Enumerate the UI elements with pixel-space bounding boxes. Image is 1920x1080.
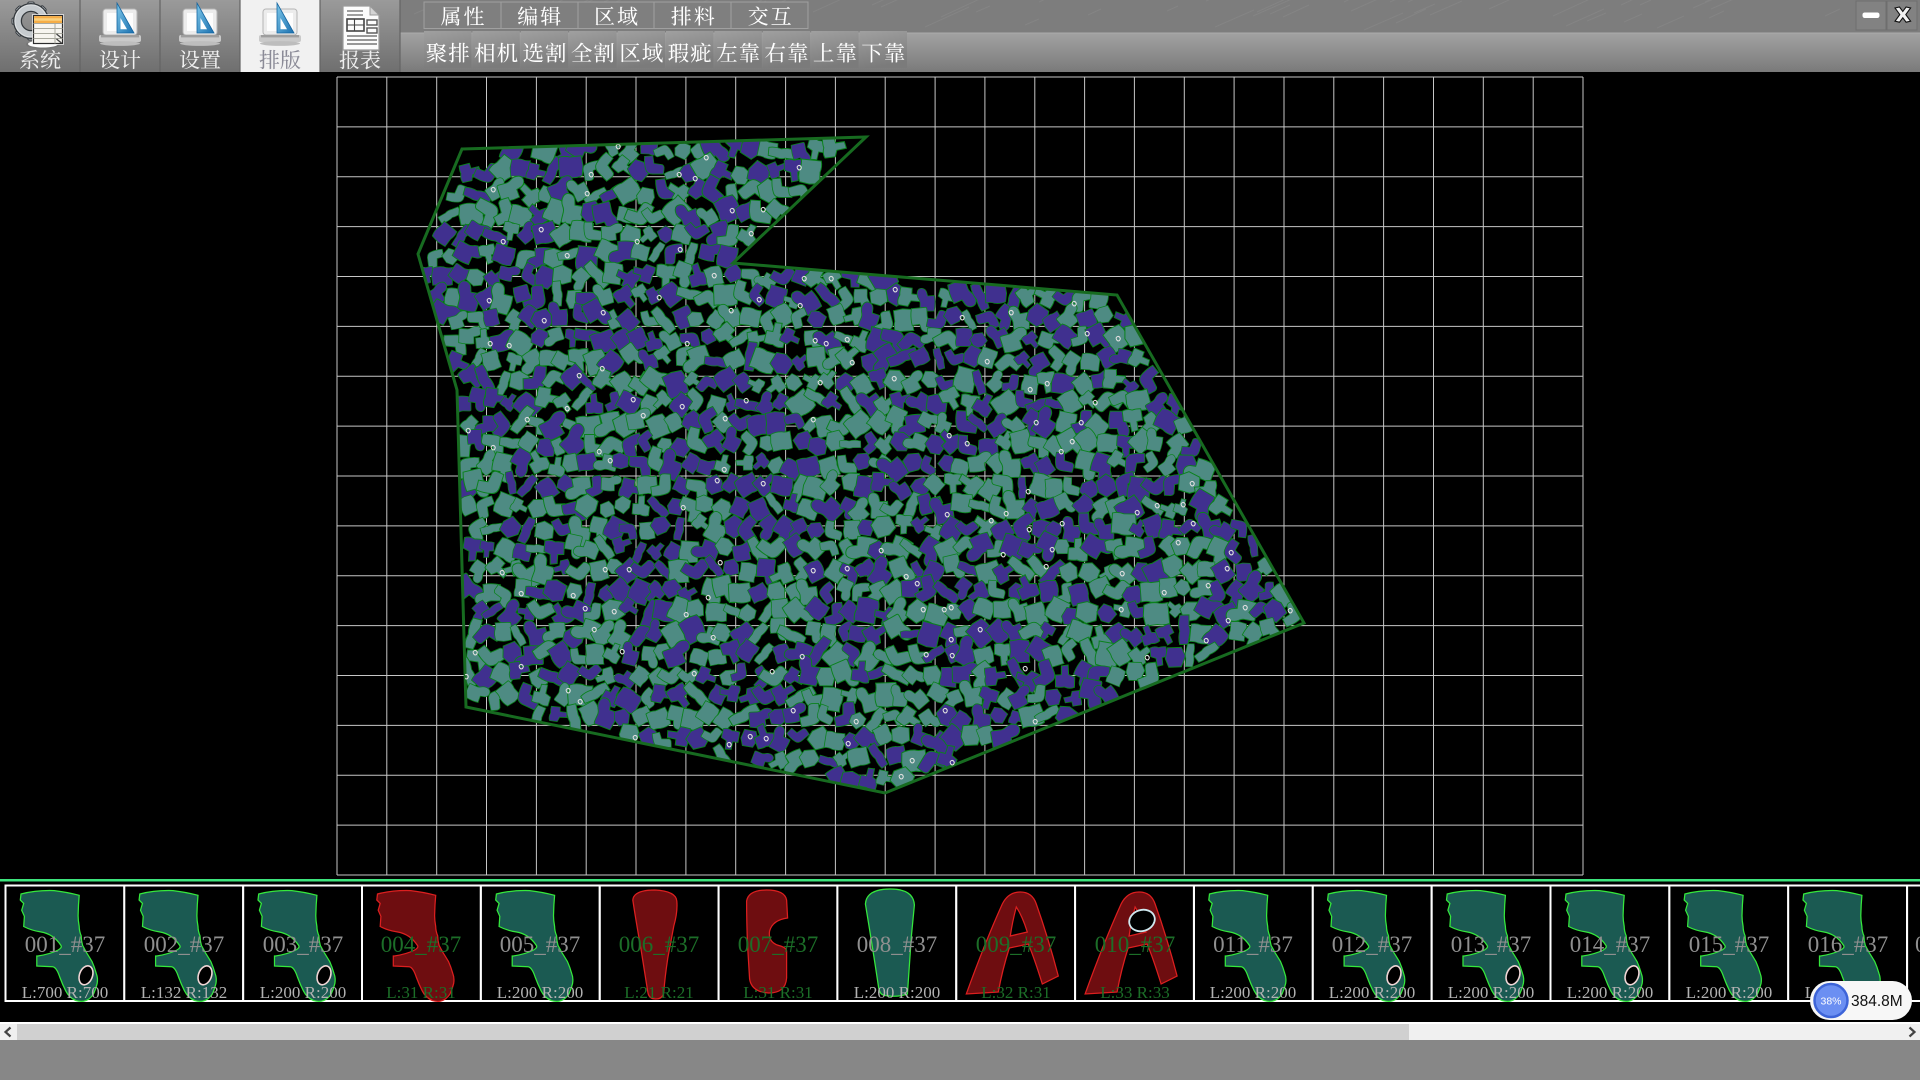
svg-text:014_#37: 014_#37 xyxy=(1570,932,1651,957)
svg-text:010_#37: 010_#37 xyxy=(1095,932,1176,957)
svg-text:002_#37: 002_#37 xyxy=(144,932,225,957)
svg-text:38%: 38% xyxy=(1820,996,1841,1008)
svg-text:012_#37: 012_#37 xyxy=(1332,932,1413,957)
svg-text:L:31 R:31: L:31 R:31 xyxy=(386,983,455,1002)
svg-text:L:200 R:200: L:200 R:200 xyxy=(497,983,583,1002)
svg-text:L:200 R:200: L:200 R:200 xyxy=(854,983,940,1002)
svg-text:016_#37: 016_#37 xyxy=(1808,932,1889,957)
svg-text:384.8M: 384.8M xyxy=(1851,993,1903,1010)
svg-text:005_#37: 005_#37 xyxy=(500,932,581,957)
svg-text:011_#37: 011_#37 xyxy=(1213,932,1293,957)
svg-text:L:32 R:31: L:32 R:31 xyxy=(981,983,1050,1002)
svg-text:L:200 R:200: L:200 R:200 xyxy=(260,983,346,1002)
svg-text:L:200 R:200: L:200 R:200 xyxy=(1567,983,1653,1002)
svg-text:013_#37: 013_#37 xyxy=(1451,932,1532,957)
svg-text:L:132 R:132: L:132 R:132 xyxy=(141,983,227,1002)
svg-text:009_#37: 009_#37 xyxy=(976,932,1057,957)
svg-text:0: 0 xyxy=(1915,932,1920,957)
svg-text:L:21 R:21: L:21 R:21 xyxy=(624,983,693,1002)
svg-text:007_#37: 007_#37 xyxy=(738,932,819,957)
svg-text:L:200 R:200: L:200 R:200 xyxy=(1329,983,1415,1002)
svg-text:001_#37: 001_#37 xyxy=(25,932,106,957)
svg-text:L:33 R:33: L:33 R:33 xyxy=(1100,983,1169,1002)
svg-text:L:200 R:200: L:200 R:200 xyxy=(1448,983,1534,1002)
svg-text:L:31 R:31: L:31 R:31 xyxy=(743,983,812,1002)
svg-text:L:200 R:200: L:200 R:200 xyxy=(1210,983,1296,1002)
svg-text:008_#37: 008_#37 xyxy=(857,932,938,957)
svg-text:006_#37: 006_#37 xyxy=(619,932,700,957)
svg-text:L:200 R:200: L:200 R:200 xyxy=(1686,983,1772,1002)
svg-text:L:700 R:700: L:700 R:700 xyxy=(22,983,108,1002)
svg-text:015_#37: 015_#37 xyxy=(1689,932,1770,957)
svg-text:003_#37: 003_#37 xyxy=(263,932,344,957)
svg-text:004_#37: 004_#37 xyxy=(381,932,462,957)
